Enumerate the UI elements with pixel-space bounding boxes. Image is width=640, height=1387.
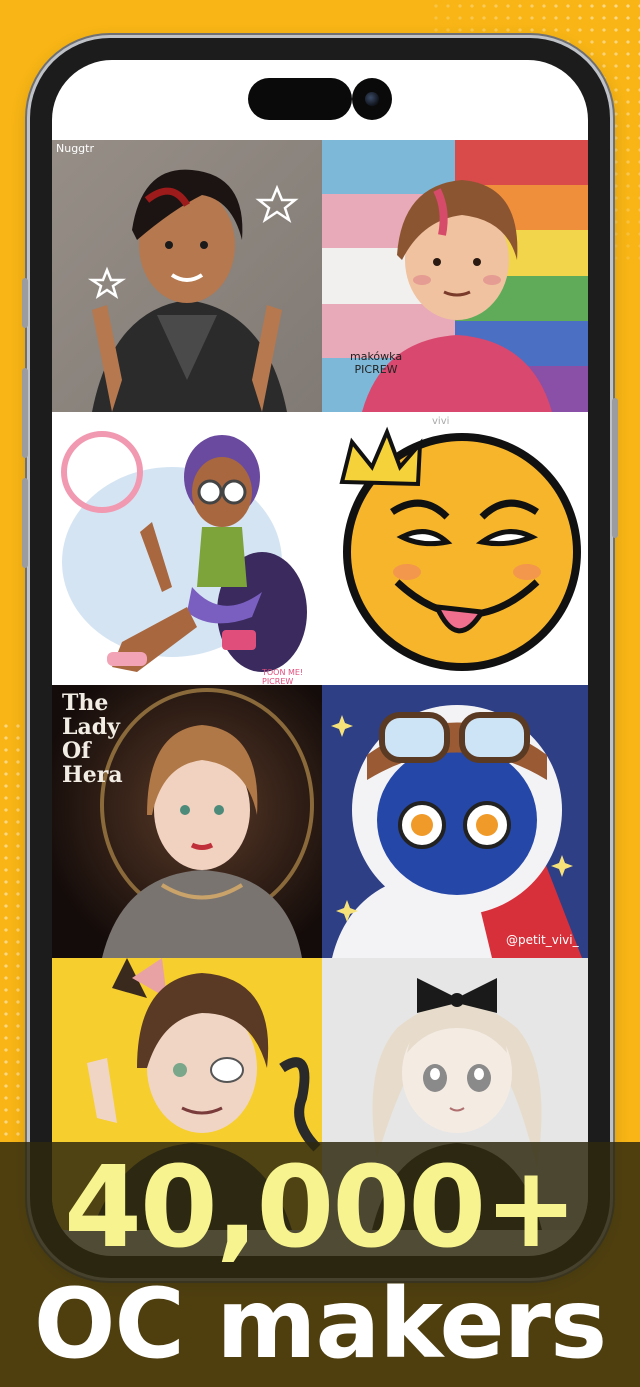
character-art-3	[52, 412, 322, 685]
artwork-title: The Lady Of Hera	[62, 690, 123, 788]
oc-maker-gallery: Nuggtr makówka PICREW TOON ME! PICREW vi…	[52, 140, 588, 1230]
character-art-1	[52, 140, 322, 412]
gallery-tile-2[interactable]: makówka PICREW	[322, 140, 588, 412]
phone-frame: Nuggtr makówka PICREW TOON ME! PICREW vi…	[22, 38, 618, 1278]
artist-tag: vivi	[432, 416, 450, 427]
gallery-tile-3[interactable]: TOON ME! PICREW	[52, 412, 322, 685]
phone-screen: Nuggtr makówka PICREW TOON ME! PICREW vi…	[52, 60, 588, 1256]
artist-tag: makówka PICREW	[350, 350, 403, 376]
gallery-tile-4[interactable]: vivi	[322, 412, 588, 685]
gallery-tile-1[interactable]: Nuggtr	[52, 140, 322, 412]
front-camera	[352, 78, 392, 120]
gallery-tile-5[interactable]: The Lady Of Hera	[52, 685, 322, 958]
promo-headline-number: 40,000+	[63, 1143, 578, 1273]
promo-headline-text: OC makers	[33, 1268, 607, 1380]
artist-caption: TOON ME! PICREW	[262, 668, 304, 685]
phone-power-button	[612, 398, 618, 538]
artist-tag: @petit_vivi_	[506, 933, 579, 947]
dynamic-island	[248, 78, 352, 120]
phone-volume-up-button	[22, 368, 28, 458]
phone-volume-down-button	[22, 478, 28, 568]
gallery-tile-6[interactable]: @petit_vivi_	[322, 685, 588, 958]
phone-mute-button	[22, 278, 28, 328]
artist-tag: Nuggtr	[56, 142, 95, 155]
character-art-6	[322, 685, 588, 958]
character-art-4	[322, 412, 588, 685]
